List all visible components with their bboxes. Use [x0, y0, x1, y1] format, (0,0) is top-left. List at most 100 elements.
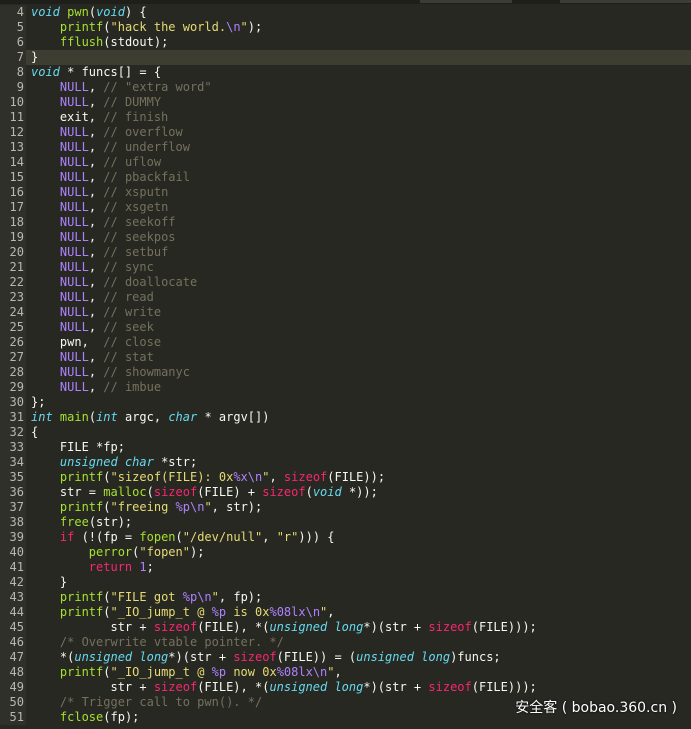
code-text: printf("freeing %p\n", str);: [31, 500, 262, 515]
code-line[interactable]: 31 int main(int argc, char * argv[]): [0, 410, 691, 425]
code-token: void: [31, 65, 60, 79]
code-line[interactable]: 40 perror("fopen");: [0, 545, 691, 560]
code-line[interactable]: 39 if (!(fp = fopen("/dev/null", "r"))) …: [0, 530, 691, 545]
code-token: // uflow: [103, 155, 162, 169]
code-line[interactable]: 44 printf("_IO_jump_t @ %p is 0x%08lx\n"…: [0, 605, 691, 620]
code-token: (: [103, 605, 111, 619]
code-line[interactable]: 20 NULL, // setbuf: [0, 245, 691, 260]
code-line[interactable]: 49 str + sizeof(FILE), *(unsigned long*)…: [0, 680, 691, 695]
line-number: 29: [0, 380, 26, 395]
code-line[interactable]: 18 NULL, // seekoff: [0, 215, 691, 230]
code-text: fflush(stdout);: [31, 35, 168, 50]
code-line[interactable]: 4 void pwn(void) {: [0, 5, 691, 20]
code-editor[interactable]: 4 void pwn(void) {5 printf("hack the worl…: [0, 5, 691, 729]
code-token: ,: [88, 350, 104, 364]
code-line[interactable]: 8 void * funcs[] = {: [0, 65, 691, 80]
code-token: printf: [59, 500, 104, 514]
code-token: (FILE) +: [197, 485, 263, 499]
code-token: ": [204, 500, 212, 514]
code-line[interactable]: 45 str + sizeof(FILE), *(unsigned long*)…: [0, 620, 691, 635]
code-token: // seekpos: [103, 230, 176, 244]
code-token: fflush: [59, 35, 104, 49]
code-token: ,: [88, 380, 104, 394]
code-line[interactable]: 36 str = malloc(sizeof(FILE) + sizeof(vo…: [0, 485, 691, 500]
line-number: 30: [0, 395, 26, 410]
code-token: // underflow: [103, 140, 190, 154]
code-line[interactable]: 41 return 1;: [0, 560, 691, 575]
code-token: );: [247, 20, 263, 34]
code-line[interactable]: 15 NULL, // pbackfail: [0, 170, 691, 185]
code-line[interactable]: 12 NULL, // overflow: [0, 125, 691, 140]
code-token: NULL: [59, 380, 89, 394]
code-line[interactable]: 7}: [0, 50, 691, 65]
code-text: str + sizeof(FILE), *(unsigned long*)(st…: [31, 680, 536, 695]
code-token: fopen: [139, 530, 176, 544]
code-line[interactable]: 29 NULL, // imbue: [0, 380, 691, 395]
code-line[interactable]: 34 unsigned char *str;: [0, 455, 691, 470]
code-line[interactable]: 26 pwn, // close: [0, 335, 691, 350]
code-line[interactable]: 27 NULL, // stat: [0, 350, 691, 365]
code-text: };: [31, 395, 45, 410]
code-token: 1: [139, 560, 147, 574]
code-line[interactable]: 19 NULL, // seekpos: [0, 230, 691, 245]
code-line[interactable]: 30};: [0, 395, 691, 410]
code-line[interactable]: 6 fflush(stdout);: [0, 35, 691, 50]
code-line[interactable]: 9 NULL, // "extra word": [0, 80, 691, 95]
line-number: 21: [0, 260, 26, 275]
code-line[interactable]: 23 NULL, // read: [0, 290, 691, 305]
code-token: );: [189, 545, 205, 559]
code-line[interactable]: 32 {: [0, 425, 691, 440]
code-token: NULL: [59, 320, 89, 334]
code-line[interactable]: 42 }: [0, 575, 691, 590]
code-line[interactable]: 16 NULL, // xsputn: [0, 185, 691, 200]
line-number: 39: [0, 530, 26, 545]
code-text: NULL, // "extra word": [31, 80, 212, 95]
code-line[interactable]: 33 FILE *fp;: [0, 440, 691, 455]
code-line[interactable]: 11 exit, // finish: [0, 110, 691, 125]
code-text: NULL, // sync: [31, 260, 154, 275]
code-line[interactable]: 43 printf("FILE got %p\n", fp);: [0, 590, 691, 605]
code-token: NULL: [59, 245, 89, 259]
code-line[interactable]: 35 printf("sizeof(FILE): 0x%x\n", sizeof…: [0, 470, 691, 485]
code-line[interactable]: 24 NULL, // write: [0, 305, 691, 320]
line-number: 23: [0, 290, 26, 305]
code-text: unsigned char *str;: [31, 455, 197, 470]
code-token: // setbuf: [103, 245, 169, 259]
code-line[interactable]: 28 NULL, // showmanyc: [0, 365, 691, 380]
code-line[interactable]: 38 free(str);: [0, 515, 691, 530]
line-number: 11: [0, 110, 26, 125]
code-line[interactable]: 21 NULL, // sync: [0, 260, 691, 275]
code-line[interactable]: 22 NULL, // doallocate: [0, 275, 691, 290]
code-line[interactable]: 17 NULL, // xsgetn: [0, 200, 691, 215]
code-token: "freeing: [110, 500, 176, 514]
code-line[interactable]: 13 NULL, // underflow: [0, 140, 691, 155]
code-line[interactable]: 48 printf("_IO_jump_t @ %p now 0x%08lx\n…: [0, 665, 691, 680]
code-line[interactable]: 14 NULL, // uflow: [0, 155, 691, 170]
code-token: NULL: [59, 305, 89, 319]
line-number: 19: [0, 230, 26, 245]
code-token: void: [31, 5, 60, 19]
code-token: (FILE), *(: [197, 680, 270, 694]
code-text: NULL, // pbackfail: [31, 170, 190, 185]
code-token: NULL: [59, 200, 89, 214]
code-line[interactable]: 47 *(unsigned long*)(str + sizeof(FILE))…: [0, 650, 691, 665]
code-token: NULL: [59, 95, 89, 109]
code-token: NULL: [59, 260, 89, 274]
code-line[interactable]: 10 NULL, // DUMMY: [0, 95, 691, 110]
code-line[interactable]: 5 printf("hack the world.\n");: [0, 20, 691, 35]
code-line[interactable]: 25 NULL, // seek: [0, 320, 691, 335]
tab-marker[interactable]: [420, 0, 512, 3]
code-text: NULL, // seekpos: [31, 230, 176, 245]
code-token: NULL: [59, 140, 89, 154]
code-token: ,: [88, 215, 104, 229]
tab-marker[interactable]: [560, 0, 691, 3]
code-line[interactable]: 46 /* Overwrite vtable pointer. */: [0, 635, 691, 650]
code-line[interactable]: 37 printf("freeing %p\n", str);: [0, 500, 691, 515]
